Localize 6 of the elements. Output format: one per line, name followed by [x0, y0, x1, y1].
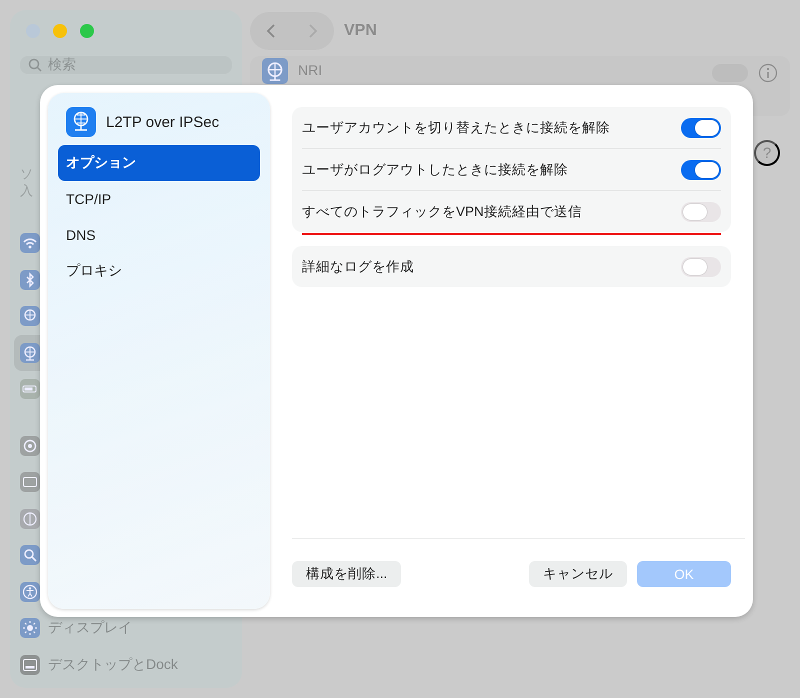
- setting-label: すべてのトラフィックをVPN接続経由で送信: [302, 202, 582, 220]
- connection-title: L2TP over IPSec: [106, 114, 220, 130]
- setting-label: ユーザアカウントを切り替えたときに接続を解除: [302, 118, 610, 136]
- setting-label: ユーザがログアウトしたときに接続を解除: [302, 160, 568, 178]
- setting-label: 詳細なログを作成: [302, 258, 414, 276]
- window-title: VPN: [344, 22, 377, 40]
